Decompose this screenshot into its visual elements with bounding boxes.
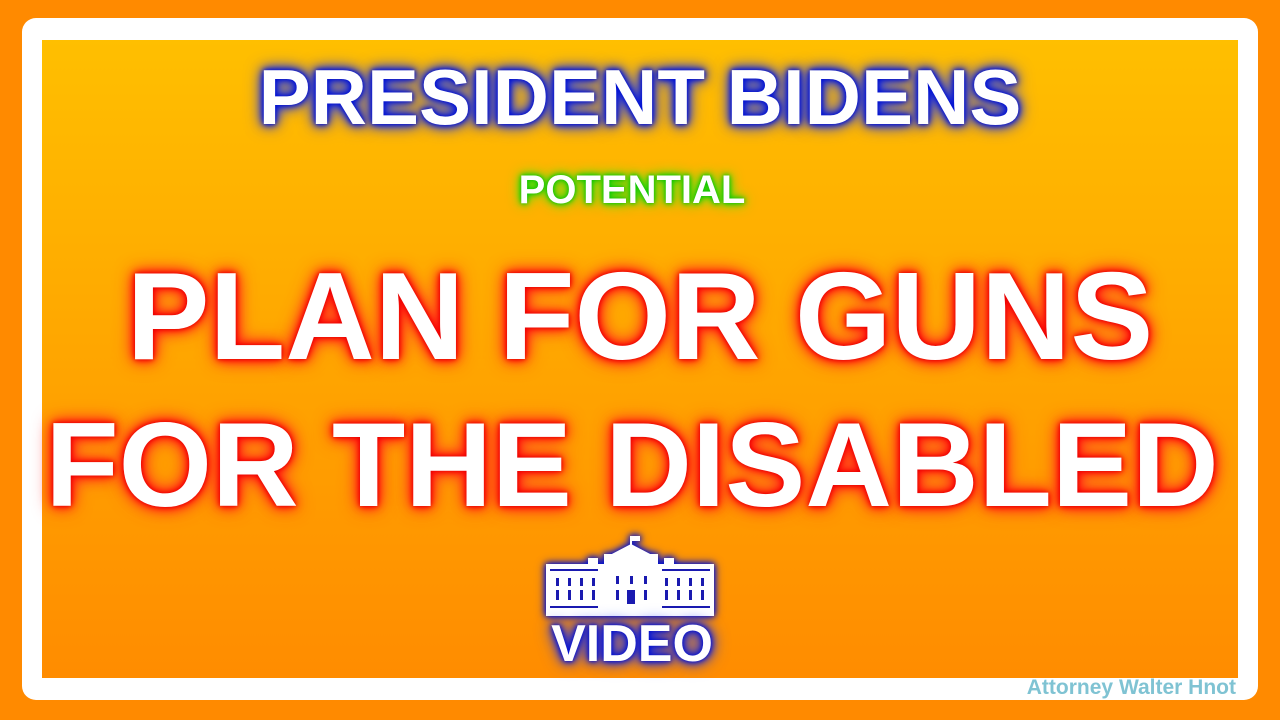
headline-line-2: POTENTIAL bbox=[518, 168, 746, 212]
video-label: VIDEO bbox=[551, 615, 713, 673]
headline-line-4: FOR THE DISABLED bbox=[45, 398, 1219, 532]
white-house-icon bbox=[546, 536, 714, 616]
headline-line-1: PRESIDENT BIDENS bbox=[258, 53, 1022, 141]
credit-watermark: Attorney Walter Hnot bbox=[1026, 676, 1236, 699]
headline-line-3: PLAN FOR GUNS bbox=[126, 248, 1154, 386]
